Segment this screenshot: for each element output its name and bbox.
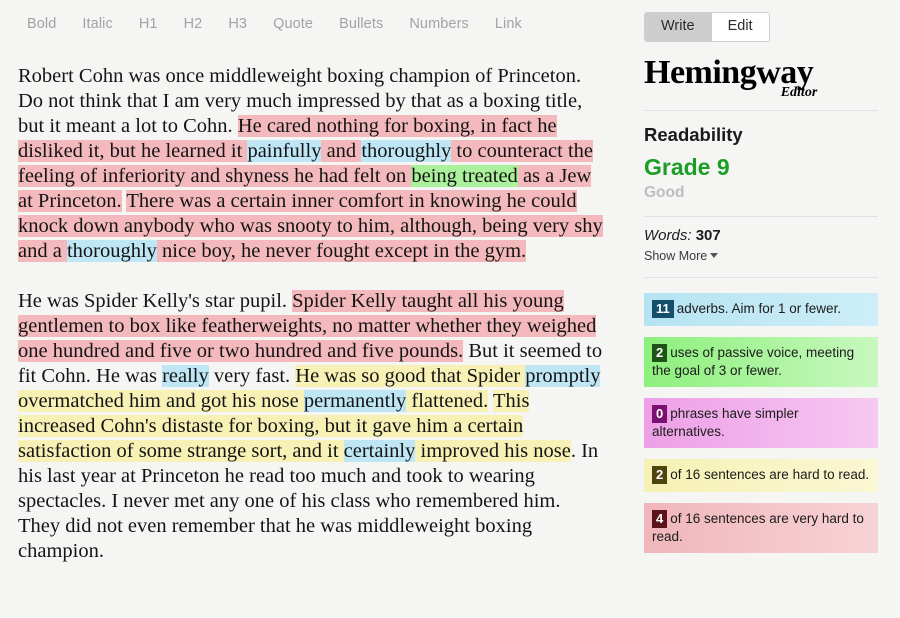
divider-bottom bbox=[644, 276, 878, 278]
stat-card-text-qualifiers: phrases have simpler alternatives. bbox=[652, 405, 799, 439]
stat-card-hard-sentences[interactable]: 2 of 16 sentences are hard to read. bbox=[644, 458, 878, 492]
toolbar-button-h1[interactable]: H1 bbox=[126, 12, 171, 36]
paragraph: He was Spider Kelly's star pupil. Spider… bbox=[18, 289, 604, 564]
editor-pane: Bold Italic H1 H2 H3 Quote Bullets Numbers Link … bbox=[0, 0, 632, 618]
stats-sidebar: Write Edit Hemingway Editor Readability G… bbox=[632, 0, 900, 618]
readability-heading: Readability bbox=[644, 123, 743, 145]
word-count: Words: 307 bbox=[644, 227, 878, 244]
stat-card-passive-voice[interactable]: 2 uses of passive voice, meeting the goal… bbox=[644, 336, 878, 387]
divider-middle bbox=[644, 215, 878, 217]
stat-card-qualifiers[interactable]: 0 phrases have simpler alternatives. bbox=[644, 397, 878, 448]
stat-card-text-adverbs: adverbs. Aim for 1 or fewer. bbox=[676, 300, 842, 316]
highlight-hard: flattened. bbox=[406, 390, 489, 412]
stat-card-text-very-hard-sentences: of 16 sentences are very hard to read. bbox=[652, 510, 864, 544]
highlight-hard: He was so good that Spider bbox=[295, 365, 526, 387]
highlight-adverb: painfully bbox=[247, 140, 322, 162]
word-count-label: Words: bbox=[644, 226, 692, 244]
paragraph: Robert Cohn was once middleweight boxing… bbox=[18, 64, 604, 264]
show-more-toggle[interactable]: Show More bbox=[644, 248, 719, 263]
readability-description: Good bbox=[644, 183, 685, 201]
highlight-veryhard: nice boy, he never fought except in the … bbox=[156, 240, 527, 262]
toolbar-button-link[interactable]: Link bbox=[482, 12, 535, 36]
readability-grade: Grade 9 bbox=[644, 153, 730, 180]
stat-card-count-passive-voice: 2 bbox=[652, 343, 668, 362]
highlight-veryhard: and bbox=[321, 140, 362, 162]
toolbar-button-italic[interactable]: Italic bbox=[69, 12, 125, 36]
write-mode-button[interactable]: Write bbox=[645, 13, 711, 41]
stat-card-count-qualifiers: 0 bbox=[652, 404, 668, 423]
stat-card-text-passive-voice: uses of passive voice, meeting the goal … bbox=[652, 344, 855, 378]
highlight-adverb: really bbox=[162, 365, 209, 387]
toolbar-button-bold[interactable]: Bold bbox=[18, 12, 69, 36]
toolbar-button-numbers[interactable]: Numbers bbox=[396, 12, 482, 36]
stat-card-count-hard-sentences: 2 bbox=[652, 465, 668, 484]
highlight-adverb: permanently bbox=[303, 390, 407, 412]
app-logo: Hemingway Editor bbox=[644, 55, 817, 99]
highlight-hard: improved his nose bbox=[415, 440, 571, 462]
document-text[interactable]: Robert Cohn was once middleweight boxing… bbox=[0, 48, 632, 564]
edit-mode-button[interactable]: Edit bbox=[710, 13, 769, 41]
word-count-value: 307 bbox=[695, 226, 721, 244]
hemingway-editor-app: Bold Italic H1 H2 H3 Quote Bullets Numbers Link … bbox=[0, 0, 900, 618]
highlight-adverb: promptly bbox=[525, 365, 601, 387]
stat-card-adverbs[interactable]: 11 adverbs. Aim for 1 or fewer. bbox=[644, 292, 878, 326]
formatting-toolbar: Bold Italic H1 H2 H3 Quote Bullets Numbers Link bbox=[0, 0, 632, 48]
mode-switch: Write Edit bbox=[644, 12, 770, 42]
stat-card-count-adverbs: 11 bbox=[652, 299, 674, 318]
highlight-adverb: thoroughly bbox=[66, 240, 157, 262]
toolbar-button-bullets[interactable]: Bullets bbox=[326, 12, 396, 36]
stat-card-very-hard-sentences[interactable]: 4 of 16 sentences are very hard to read. bbox=[644, 502, 878, 553]
text-run: He was Spider Kelly's star pupil. bbox=[18, 290, 293, 312]
app-logo-subtitle: Editor bbox=[780, 84, 818, 100]
stat-cards: 11 adverbs. Aim for 1 or fewer. 2 uses of p… bbox=[644, 292, 878, 553]
toolbar-button-h3[interactable]: H3 bbox=[215, 12, 260, 36]
show-more-label: Show More bbox=[644, 248, 708, 263]
stat-card-count-very-hard-sentences: 4 bbox=[652, 509, 668, 528]
highlight-adverb: certainly bbox=[343, 440, 416, 462]
toolbar-button-h2[interactable]: H2 bbox=[171, 12, 216, 36]
highlight-adverb: thoroughly bbox=[361, 140, 452, 162]
highlight-passive: being treated bbox=[411, 165, 518, 187]
chevron-down-icon bbox=[710, 252, 719, 258]
divider-top bbox=[644, 109, 878, 111]
toolbar-button-quote[interactable]: Quote bbox=[260, 12, 326, 36]
text-run: very fast. bbox=[208, 365, 296, 387]
highlight-hard: overmatched him and got his nose bbox=[18, 390, 304, 412]
stat-card-text-hard-sentences: of 16 sentences are hard to read. bbox=[670, 466, 870, 482]
